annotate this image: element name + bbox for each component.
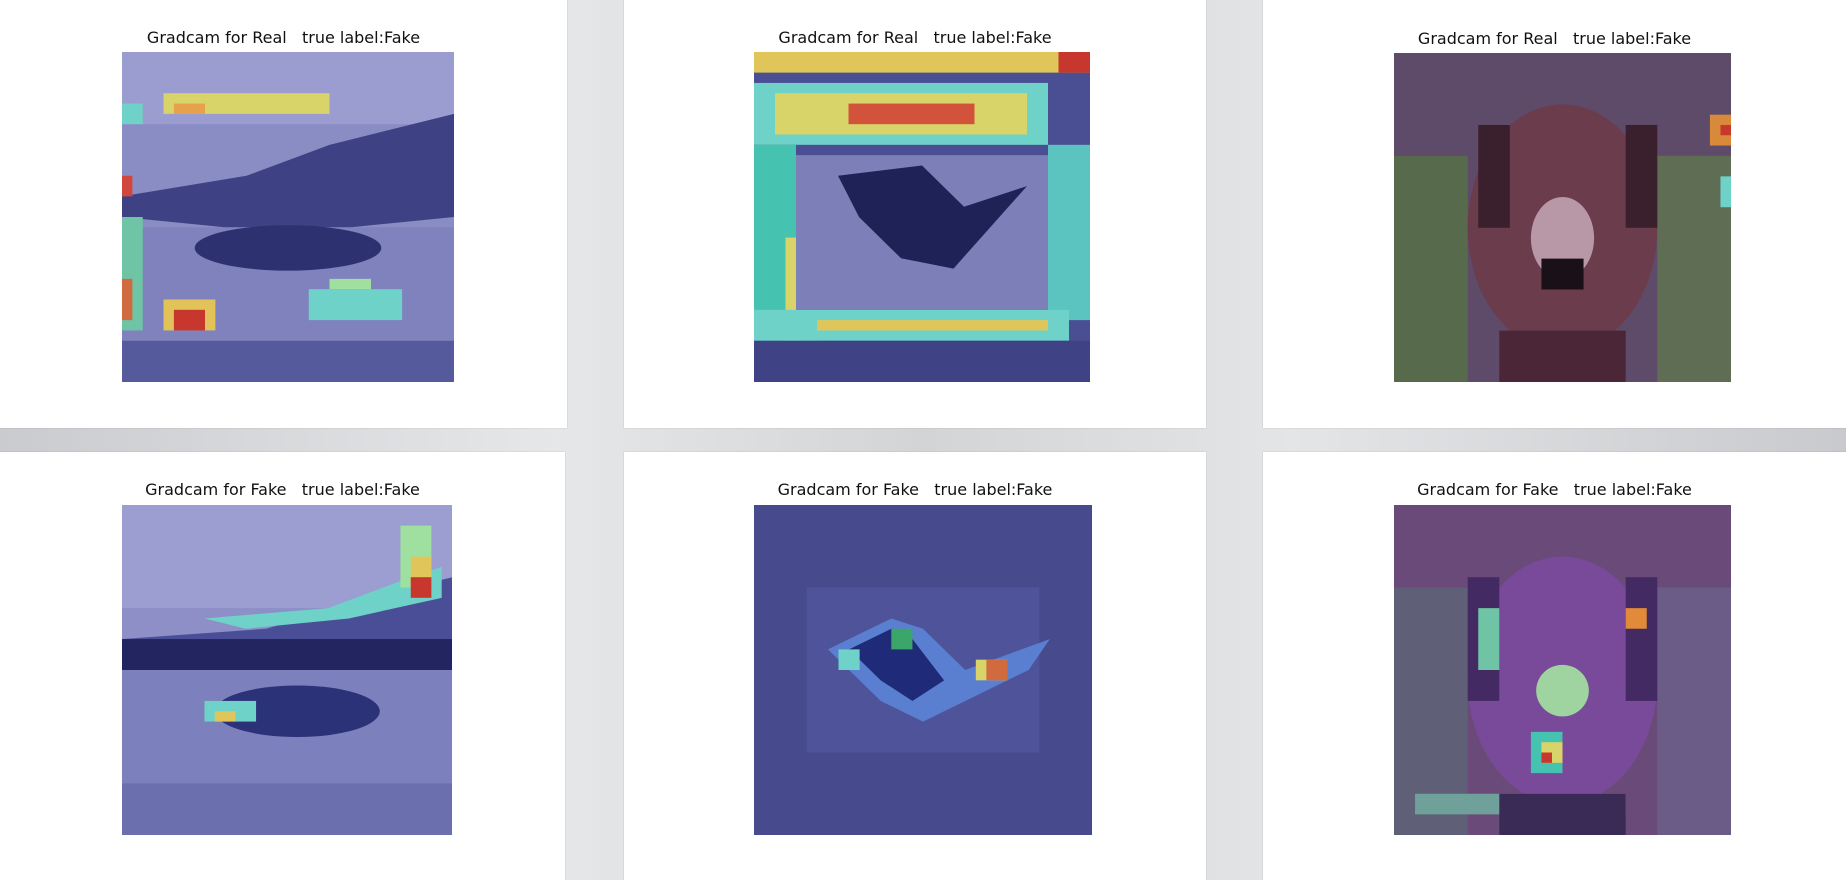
panel-title: Gradcam for Real true label:Fake bbox=[1417, 29, 1692, 48]
panel-title: Gradcam for Fake true label:Fake bbox=[145, 480, 420, 499]
panel-airplane-fake: Gradcam for Fake true label:Fake bbox=[0, 452, 565, 880]
gradcam-image-bird-real bbox=[754, 52, 1090, 382]
gradcam-image-airplane-real bbox=[122, 52, 454, 382]
heatmap-svg bbox=[122, 505, 452, 835]
heatmap-svg bbox=[1394, 505, 1731, 835]
panel-title: Gradcam for Real true label:Fake bbox=[146, 28, 421, 47]
panel-bird-real: Gradcam for Real true label:Fake bbox=[624, 0, 1206, 428]
heatmap-svg bbox=[754, 505, 1092, 835]
heatmap-svg bbox=[122, 52, 454, 382]
panel-bird-fake: Gradcam for Fake true label:Fake bbox=[624, 452, 1206, 880]
gradcam-image-dog-real bbox=[1394, 53, 1731, 382]
viewer-canvas: Gradcam for Real true label:Fake Gradcam… bbox=[0, 0, 1846, 880]
panel-title: Gradcam for Real true label:Fake bbox=[778, 28, 1052, 47]
panel-title: Gradcam for Fake true label:Fake bbox=[1417, 480, 1692, 499]
panel-airplane-real: Gradcam for Real true label:Fake bbox=[0, 0, 567, 428]
panel-title: Gradcam for Fake true label:Fake bbox=[777, 480, 1053, 499]
gradcam-image-dog-fake bbox=[1394, 505, 1731, 835]
gradcam-image-airplane-fake bbox=[122, 505, 452, 835]
gradcam-image-bird-fake bbox=[754, 505, 1092, 835]
heatmap-svg bbox=[754, 52, 1090, 382]
heatmap-svg bbox=[1394, 53, 1731, 382]
panel-dog-fake: Gradcam for Fake true label:Fake bbox=[1263, 452, 1846, 880]
panel-dog-real: Gradcam for Real true label:Fake bbox=[1263, 0, 1846, 428]
